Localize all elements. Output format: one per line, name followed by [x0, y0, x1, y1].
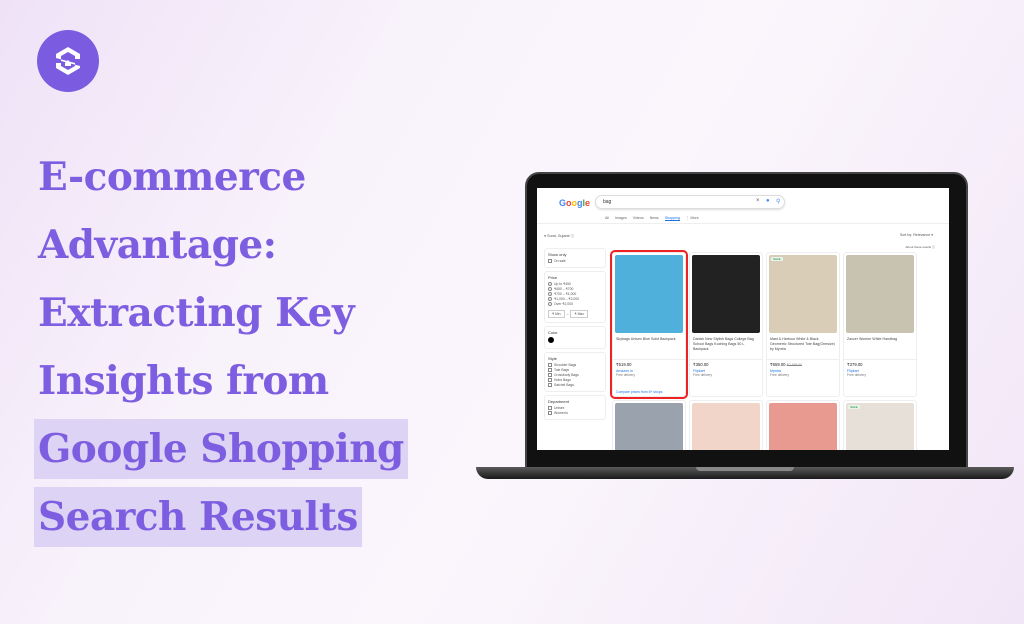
tab-images[interactable]: Images [615, 216, 627, 221]
brand-logo [37, 30, 99, 92]
sale-badge: SALE [771, 257, 783, 261]
filter-show-only: Show only On sale [544, 248, 606, 268]
filter-sidebar: Show only On sale Price Up to ₹450 ₹450 … [544, 248, 606, 423]
filter-option[interactable]: ₹1,000 – ₹2,000 [548, 297, 602, 301]
product-name[interactable]: Danish New Stylish Bags College Bag Scho… [690, 335, 762, 359]
filter-option[interactable]: Up to ₹450 [548, 282, 602, 286]
filter-option[interactable]: On sale [548, 259, 602, 263]
product-card[interactable]: Danish New Stylish Bags College Bag Scho… [689, 252, 763, 397]
filter-option[interactable]: Over ₹2,000 [548, 302, 602, 306]
filter-option[interactable]: Unisex [548, 406, 602, 410]
compare-prices-link[interactable]: Compare prices from 5+ shops [616, 390, 662, 394]
tab-shopping[interactable]: Shopping [664, 216, 680, 221]
filter-option[interactable]: ₹700 – ₹1,000 [548, 292, 602, 296]
product-card[interactable] [766, 400, 840, 450]
product-name[interactable]: Mast & Harbour White & Black Geometric S… [767, 335, 839, 359]
product-card[interactable] [689, 400, 763, 450]
headline: E-commerce Advantage: Extracting Key Ins… [34, 143, 408, 551]
location[interactable]: ● Surat, Gujarat ⓘ [544, 234, 574, 239]
price-max-input[interactable]: ₹ Max [570, 310, 588, 318]
price-min-input[interactable]: ₹ Min [548, 310, 565, 318]
headline-highlight: Search Results [34, 487, 362, 547]
product-image[interactable] [769, 403, 837, 450]
headline-line: Extracting Key [38, 290, 355, 336]
product-price: ₹379.00 [844, 359, 916, 369]
product-name[interactable]: Zaxcer Women White Handbag [844, 335, 916, 359]
mic-icon[interactable]: ● [766, 198, 770, 204]
delivery-info: Free delivery [616, 373, 636, 377]
sale-badge: SALE [848, 405, 860, 409]
clear-icon[interactable]: × [756, 198, 760, 204]
product-image[interactable] [692, 255, 760, 333]
filter-option[interactable]: Satchel Bags [548, 383, 602, 387]
headline-line: E-commerce [38, 154, 306, 200]
delivery-info: Free delivery [847, 373, 867, 377]
laptop-screen: Google bag × ● ⚲ All Images Videos News … [537, 188, 949, 450]
product-image[interactable] [615, 403, 683, 450]
product-card[interactable]: Zaxcer Women White Handbag ₹379.00 Flipk… [843, 252, 917, 397]
product-price: ₹350.00 [690, 359, 762, 369]
product-card[interactable]: Skybags Unisex Blue Solid Backpack ₹519.… [610, 250, 688, 399]
product-image[interactable] [615, 255, 683, 333]
search-input[interactable]: bag × ● ⚲ [595, 195, 785, 209]
filter-option[interactable]: Tote Bags [548, 368, 602, 372]
color-swatch-black[interactable] [548, 337, 554, 343]
delivery-info: Free delivery [770, 373, 790, 377]
tab-news[interactable]: News [650, 216, 659, 221]
filter-color: Color [544, 326, 606, 349]
product-card[interactable] [612, 400, 686, 450]
filter-option[interactable]: ₹450 – ₹700 [548, 287, 602, 291]
product-image[interactable] [846, 403, 914, 450]
product-card[interactable]: SALE [843, 400, 917, 450]
laptop-base [476, 467, 1014, 479]
filter-style: Style Shoulder Bags Tote Bags Crossbody … [544, 352, 606, 392]
product-price: ₹519.00 [613, 359, 685, 369]
product-price: ₹659.00 ₹2,499.00 [767, 359, 839, 369]
product-image[interactable] [692, 403, 760, 450]
delivery-info: Free delivery [693, 373, 713, 377]
tab-all[interactable]: All [605, 216, 609, 221]
product-image[interactable] [769, 255, 837, 333]
headline-line: Advantage: [38, 222, 277, 268]
google-header: Google bag × ● ⚲ All Images Videos News … [537, 188, 949, 224]
house-hexagon-logo-icon [56, 47, 80, 75]
product-card[interactable]: SALE Mast & Harbour White & Black Geomet… [766, 252, 840, 397]
filter-option[interactable]: Shoulder Bags [548, 363, 602, 367]
product-grid: Skybags Unisex Blue Solid Backpack ₹519.… [610, 250, 917, 450]
search-icon[interactable]: ⚲ [776, 198, 780, 205]
google-logo[interactable]: Google [559, 198, 590, 208]
product-name[interactable]: Skybags Unisex Blue Solid Backpack [613, 335, 685, 359]
filter-option[interactable]: Hobo Bags [548, 378, 602, 382]
headline-highlight: Google Shopping [34, 419, 408, 479]
filter-department: Department Unisex Women's [544, 395, 606, 420]
filter-price: Price Up to ₹450 ₹450 – ₹700 ₹700 – ₹1,0… [544, 271, 606, 323]
filter-option[interactable]: Women's [548, 411, 602, 415]
search-tabs: All Images Videos News Shopping ⋮ More [605, 216, 699, 221]
tab-more[interactable]: ⋮ More [686, 216, 699, 221]
about-results[interactable]: About these results ⓘ [905, 245, 935, 249]
tab-videos[interactable]: Videos [633, 216, 644, 221]
sort-dropdown[interactable]: Sort by: Relevance ▾ [900, 233, 933, 237]
product-image[interactable] [846, 255, 914, 333]
headline-line: Insights from [38, 358, 329, 404]
filter-option[interactable]: Crossbody Bags [548, 373, 602, 377]
